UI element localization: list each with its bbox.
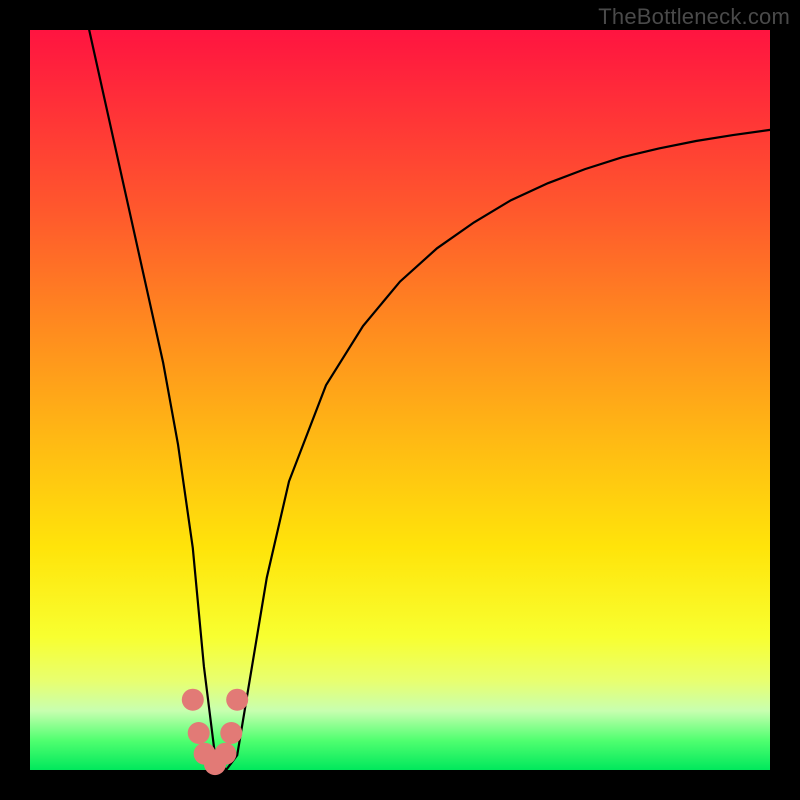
- plot-area: [30, 30, 770, 770]
- chart-frame: TheBottleneck.com: [0, 0, 800, 800]
- curve-marker: [182, 689, 204, 711]
- curve-marker: [226, 689, 248, 711]
- marker-group: [182, 689, 248, 775]
- curve-marker: [220, 722, 242, 744]
- curve-marker: [214, 743, 236, 765]
- bottleneck-curve: [30, 30, 770, 770]
- curve-path: [89, 30, 770, 770]
- curve-marker: [188, 722, 210, 744]
- watermark-text: TheBottleneck.com: [598, 4, 790, 30]
